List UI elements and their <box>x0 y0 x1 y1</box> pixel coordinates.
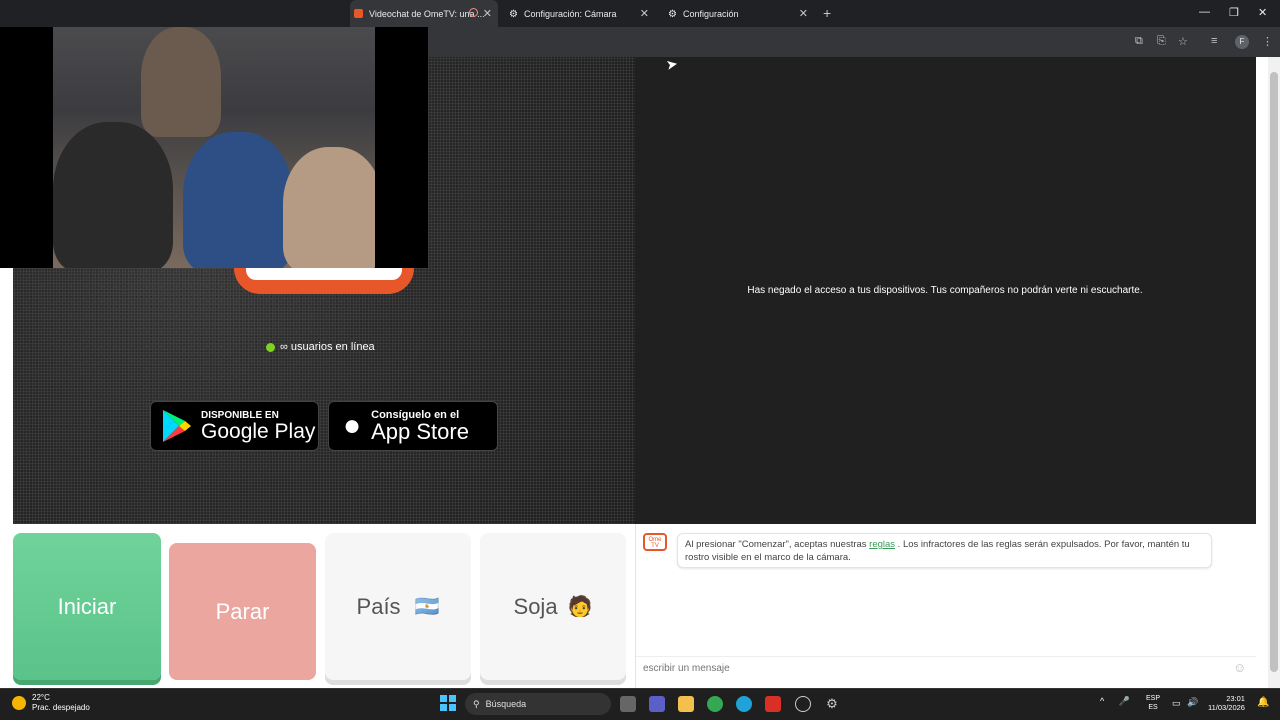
tab-label: Configuración <box>682 8 739 19</box>
file-explorer-icon[interactable] <box>678 696 694 712</box>
windows-start-icon[interactable] <box>440 695 456 711</box>
apple-icon: ● <box>343 409 362 442</box>
language-indicator[interactable]: ESP ES <box>1146 694 1160 712</box>
taskbar-search[interactable]: ⚲ Búsqueda <box>465 693 611 715</box>
argentina-flag-icon: 🇦🇷 <box>414 596 440 618</box>
translate-icon[interactable]: ⧉ <box>1135 35 1143 48</box>
settings-gear-icon[interactable]: ⚙ <box>824 696 840 712</box>
close-tab-icon[interactable]: ✕ <box>483 7 492 20</box>
online-users: ∞ usuarios en línea <box>266 341 375 353</box>
access-denied-message: Has negado el acceso a tus dispositivos.… <box>747 285 1143 296</box>
task-view-icon[interactable] <box>620 696 636 712</box>
chevron-up-icon[interactable]: ^ <box>1100 696 1104 706</box>
gender-button[interactable]: Soja 🧑 <box>480 533 626 680</box>
weather-sun-icon <box>12 696 26 710</box>
close-tab-icon[interactable]: ✕ <box>799 7 808 20</box>
install-app-icon[interactable]: ⎘ <box>1157 35 1166 48</box>
start-button[interactable]: Iniciar <box>13 533 161 680</box>
app-store-big-text: App Store <box>371 419 469 444</box>
country-label: País <box>356 593 401 619</box>
scrollbar-thumb[interactable] <box>1270 72 1278 672</box>
more-menu-icon[interactable]: ⋮ <box>1262 35 1273 48</box>
chat-message-text: Al presionar "Comenzar", aceptas nuestra… <box>685 539 870 550</box>
clock[interactable]: 23:01 11/03/2026 <box>1208 694 1245 712</box>
webcam-image <box>53 27 375 268</box>
chrome-icon[interactable] <box>707 696 723 712</box>
windows-taskbar <box>0 688 1280 720</box>
weather-widget[interactable]: 22°C Prac. despejado <box>12 693 90 713</box>
tab-label: Configuración: Cámara <box>523 8 617 19</box>
language-bottom: ES <box>1148 704 1158 711</box>
search-label: Búsqueda <box>485 699 527 709</box>
ometv-logo-icon: Ome TV <box>643 533 667 551</box>
tab-settings[interactable]: ⚙ Configuración ✕ <box>664 0 814 27</box>
time-text: 23:01 <box>1226 694 1245 703</box>
date-text: 11/03/2026 <box>1208 703 1245 712</box>
gear-icon: ⚙ <box>509 9 518 20</box>
tab-camera-settings[interactable]: ⚙ Configuración: Cámara ✕ <box>505 0 655 27</box>
google-play-big-text: Google Play <box>201 419 316 443</box>
teams-icon[interactable] <box>649 696 665 712</box>
media-control-icon[interactable]: ≡ <box>1211 35 1217 47</box>
weather-text: Prac. despejado <box>32 703 90 712</box>
microphone-icon[interactable]: 🎤 <box>1119 696 1130 706</box>
recording-icon <box>469 8 478 17</box>
chat-message-input[interactable] <box>636 656 1256 680</box>
language-top: ESP <box>1146 695 1161 702</box>
tab-label: Videochat de OmeTV: una ... <box>369 8 485 19</box>
restore-icon[interactable]: ❐ <box>1229 6 1239 19</box>
gender-label: Soja <box>513 593 558 619</box>
online-users-text: ∞ usuarios en línea <box>280 341 375 353</box>
rules-link[interactable]: reglas <box>869 539 895 550</box>
profile-avatar[interactable]: F <box>1235 35 1249 49</box>
google-play-icon <box>163 410 191 442</box>
temperature-text: 22°C <box>32 693 50 702</box>
ometv-favicon-icon <box>354 9 363 18</box>
google-play-button[interactable]: DISPONIBLE EN Google Play <box>150 401 319 451</box>
emoji-icon[interactable]: ☺ <box>1233 660 1246 675</box>
edge-icon[interactable] <box>736 696 752 712</box>
volume-icon[interactable]: 🔊 <box>1187 697 1198 708</box>
bookmark-star-icon[interactable]: ☆ <box>1178 35 1188 48</box>
notification-bell-icon[interactable]: 🔔 <box>1257 697 1269 708</box>
country-button[interactable]: País 🇦🇷 <box>325 533 471 680</box>
app-red-icon[interactable] <box>765 696 781 712</box>
minimize-icon[interactable]: — <box>1199 6 1210 18</box>
google-play-small-text: DISPONIBLE EN <box>201 409 279 421</box>
chat-system-message: Al presionar "Comenzar", aceptas nuestra… <box>677 533 1212 568</box>
close-tab-icon[interactable]: ✕ <box>640 7 649 20</box>
gear-icon: ⚙ <box>668 9 677 20</box>
mouse-cursor-icon: ➤ <box>664 55 679 73</box>
online-dot-icon <box>266 342 275 352</box>
app-store-button[interactable]: ● Consíguelo en el App Store <box>328 401 498 451</box>
system-tray[interactable]: ^ 🎤 <box>1100 696 1130 707</box>
stop-button[interactable]: Parar <box>169 543 316 680</box>
network-icon[interactable]: ▭ <box>1172 698 1181 709</box>
search-icon: ⚲ <box>473 698 480 709</box>
close-window-icon[interactable]: ✕ <box>1258 6 1267 19</box>
tab-ometv[interactable]: Videochat de OmeTV: una ... ✕ <box>350 0 498 27</box>
person-emoji-icon: 🧑 <box>567 596 593 618</box>
app-circle-icon[interactable] <box>795 696 811 712</box>
ometv-logo-decoration <box>246 268 402 280</box>
new-tab-icon[interactable]: + <box>823 5 831 21</box>
